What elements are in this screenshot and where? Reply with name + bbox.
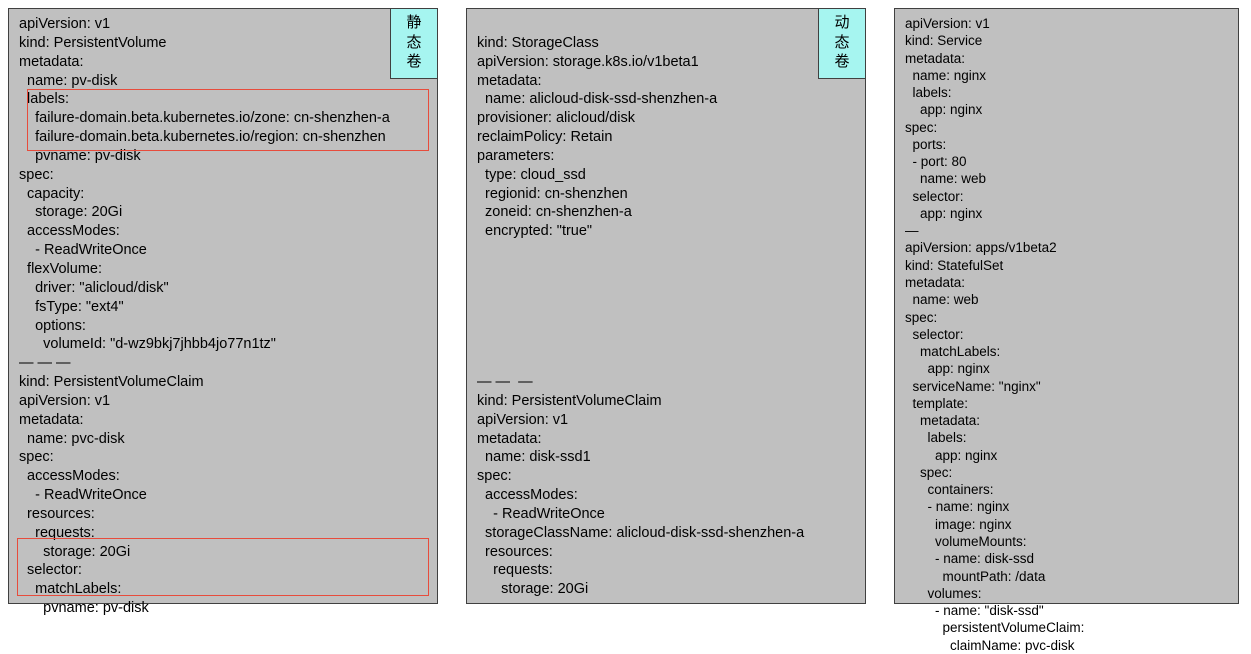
static-volume-yaml: apiVersion: v1 kind: PersistentVolume me… — [19, 15, 427, 618]
dynamic-volume-panel: 动 态 卷 kind: StorageClass apiVersion: sto… — [466, 8, 866, 604]
badge-char-1: 静 — [393, 13, 435, 33]
static-volume-badge: 静 态 卷 — [390, 8, 438, 79]
badge-char-1: 动 — [821, 13, 863, 33]
badge-char-2: 态 — [821, 33, 863, 53]
badge-char-3: 卷 — [393, 52, 435, 72]
dynamic-volume-badge: 动 态 卷 — [818, 8, 866, 79]
badge-char-3: 卷 — [821, 52, 863, 72]
dynamic-volume-yaml: kind: StorageClass apiVersion: storage.k… — [477, 15, 855, 599]
badge-char-2: 态 — [393, 33, 435, 53]
service-statefulset-panel: apiVersion: v1 kind: Service metadata: n… — [894, 8, 1239, 604]
static-volume-panel: 静 态 卷 apiVersion: v1 kind: PersistentVol… — [8, 8, 438, 604]
service-statefulset-yaml: apiVersion: v1 kind: Service metadata: n… — [905, 15, 1228, 654]
